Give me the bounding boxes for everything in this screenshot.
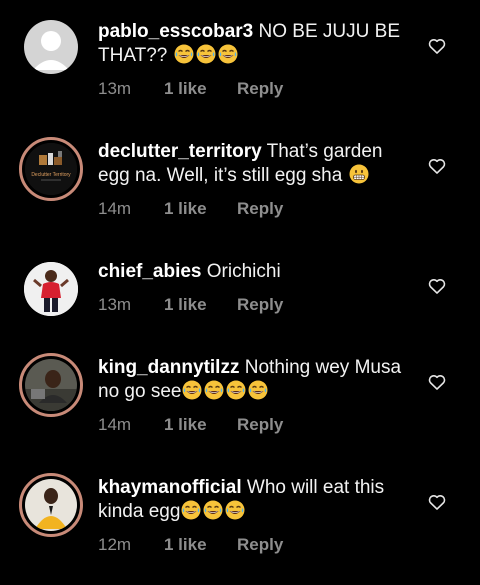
- emoji-group: [180, 501, 246, 522]
- comment-username[interactable]: pablo_esscobar3: [98, 21, 253, 42]
- laughing-emoji-icon: [226, 380, 246, 400]
- comment-username[interactable]: king_dannytilzz: [98, 357, 239, 378]
- emoji-group: [348, 165, 370, 186]
- default-user-icon: [33, 31, 69, 70]
- laughing-emoji-icon: [196, 44, 216, 64]
- emoji-group: [173, 45, 239, 66]
- comment-meta: 14m 1 like Reply: [98, 199, 283, 219]
- heart-icon[interactable]: [427, 372, 447, 392]
- comment-username[interactable]: chief_abies: [98, 261, 202, 282]
- heart-icon[interactable]: [427, 156, 447, 176]
- comment-username[interactable]: declutter_territory: [98, 141, 262, 162]
- comment-text: khaymanofficial Who will eat this kinda …: [98, 476, 413, 524]
- comment-time: 13m: [98, 79, 132, 98]
- comment-text: king_dannytilzz Nothing wey Musa no go s…: [98, 356, 413, 404]
- laughing-emoji-icon: [181, 500, 201, 520]
- story-avatar[interactable]: [19, 353, 83, 417]
- laughing-emoji-icon: [218, 44, 238, 64]
- comment-time: 14m: [98, 415, 132, 434]
- logo-avatar-image: Declutter Territory: [25, 143, 77, 195]
- reply-button[interactable]: Reply: [237, 199, 283, 219]
- default-avatar[interactable]: [24, 20, 78, 74]
- reply-button[interactable]: Reply: [237, 415, 283, 435]
- emoji-group: [181, 381, 269, 402]
- comment-text: pablo_esscobar3 NO BE JUJU BE THAT??: [98, 20, 413, 68]
- heart-icon[interactable]: [427, 492, 447, 512]
- laughing-emoji-icon: [225, 500, 245, 520]
- comment-time: 13m: [98, 295, 132, 314]
- comment-meta: 14m 1 like Reply: [98, 415, 283, 435]
- comment-meta: 13m 1 like Reply: [98, 79, 283, 99]
- grinning-emoji-icon: [349, 164, 369, 184]
- user-photo-image: [25, 359, 77, 411]
- comment-likes[interactable]: 1 like: [164, 79, 237, 99]
- reply-button[interactable]: Reply: [237, 295, 283, 315]
- reply-button[interactable]: Reply: [237, 79, 283, 99]
- comment-meta: 13m 1 like Reply: [98, 295, 283, 315]
- user-photo-image: [25, 479, 77, 531]
- user-photo-image: [24, 262, 78, 316]
- laughing-emoji-icon: [248, 380, 268, 400]
- laughing-emoji-icon: [204, 380, 224, 400]
- comment-likes[interactable]: 1 like: [164, 199, 237, 219]
- comment-username[interactable]: khaymanofficial: [98, 477, 242, 498]
- comment-body: Orichichi: [206, 261, 281, 282]
- comment-time: 12m: [98, 535, 132, 554]
- heart-icon[interactable]: [427, 276, 447, 296]
- comment-likes[interactable]: 1 like: [164, 295, 237, 315]
- heart-icon[interactable]: [427, 36, 447, 56]
- comment-text: chief_abies Orichichi: [98, 260, 413, 284]
- avatar[interactable]: [24, 262, 78, 316]
- comment-likes[interactable]: 1 like: [164, 415, 237, 435]
- comment-likes[interactable]: 1 like: [164, 535, 237, 555]
- story-avatar[interactable]: [19, 473, 83, 537]
- comment-time: 14m: [98, 199, 132, 218]
- laughing-emoji-icon: [203, 500, 223, 520]
- svg-text:Declutter Territory: Declutter Territory: [31, 172, 71, 178]
- reply-button[interactable]: Reply: [237, 535, 283, 555]
- comment-text: declutter_territory That’s garden egg na…: [98, 140, 413, 188]
- story-avatar[interactable]: Declutter Territory: [19, 137, 83, 201]
- laughing-emoji-icon: [182, 380, 202, 400]
- laughing-emoji-icon: [174, 44, 194, 64]
- comment-meta: 12m 1 like Reply: [98, 535, 283, 555]
